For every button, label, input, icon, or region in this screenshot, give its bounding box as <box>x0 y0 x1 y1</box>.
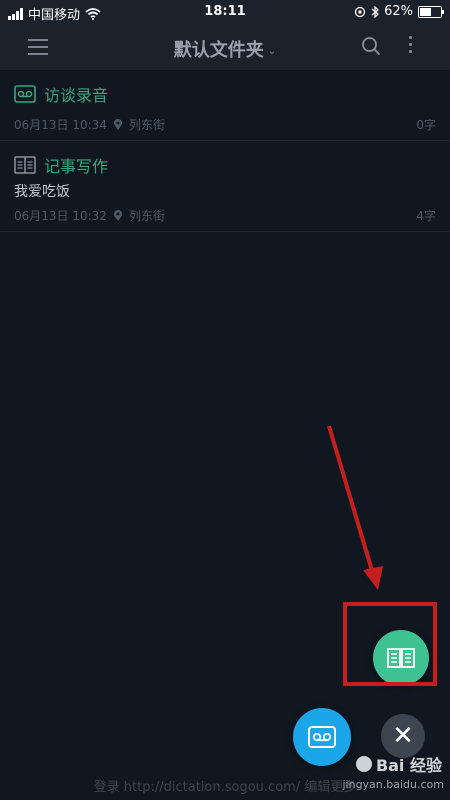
note-content: 我爱吃饭 <box>14 184 70 200</box>
location-pin-icon <box>113 118 122 130</box>
orientation-lock-icon <box>354 6 366 17</box>
app-header: 默认文件夹 ⌄ <box>0 24 450 70</box>
watermark-url: jingyan.baidu.com <box>342 778 444 791</box>
chevron-down-icon: ⌄ <box>267 45 277 57</box>
note-location: 列东街 <box>128 118 165 132</box>
note-item-interview[interactable]: 访谈录音 06月13日 10:34 列东街 0字 <box>0 70 450 141</box>
location-pin-icon <box>113 209 122 221</box>
note-location: 列东街 <box>128 209 165 223</box>
search-icon[interactable] <box>361 36 381 56</box>
note-date: 06月13日 10:32 <box>14 209 107 223</box>
annotation-highlight-box <box>343 602 437 686</box>
note-date: 06月13日 10:34 <box>14 118 107 132</box>
folder-title[interactable]: 默认文件夹 ⌄ <box>0 36 450 62</box>
bluetooth-icon <box>371 5 379 18</box>
note-title: 访谈录音 <box>44 86 109 105</box>
paw-icon <box>355 756 372 772</box>
battery-percent: 62% <box>384 4 413 19</box>
note-word-count: 4字 <box>416 209 436 223</box>
watermark-logo: Bai 经验 <box>355 752 442 776</box>
note-title: 记事写作 <box>44 157 109 176</box>
status-right: 62% <box>354 4 444 19</box>
voicemail-icon <box>14 85 36 103</box>
note-word-count: 0字 <box>416 118 436 132</box>
battery-icon <box>418 5 444 18</box>
status-bar: 中国移动 18:11 62% <box>0 0 450 24</box>
more-options-icon[interactable] <box>405 36 415 58</box>
watermark-brand: Bai 经验 <box>375 756 442 775</box>
voicemail-icon <box>308 726 336 748</box>
note-item-writing[interactable]: 记事写作 我爱吃饭 06月13日 10:32 列东街 4字 <box>0 141 450 232</box>
new-voice-note-button[interactable] <box>293 708 351 766</box>
folder-title-text: 默认文件夹 <box>173 40 264 61</box>
book-icon <box>14 156 36 174</box>
